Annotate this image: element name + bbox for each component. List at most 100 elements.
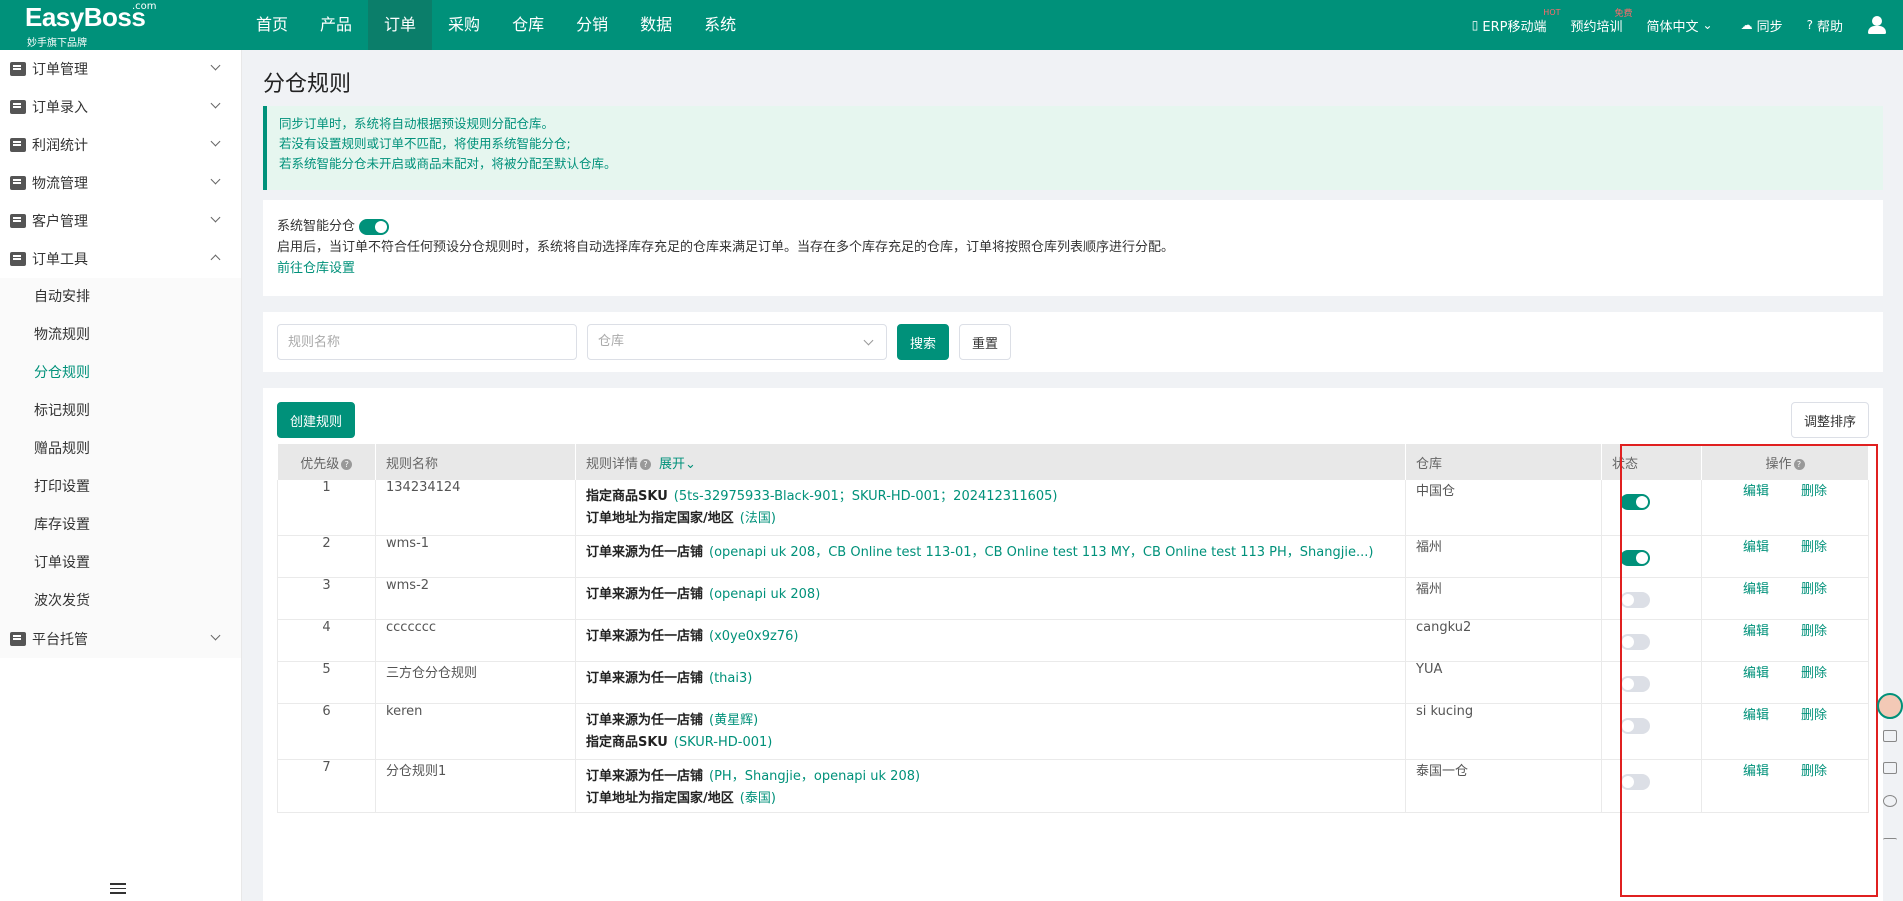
nav-item[interactable]: 分销 (560, 0, 624, 50)
status-toggle[interactable] (1620, 675, 1650, 692)
smart-allocation-toggle[interactable] (359, 218, 390, 235)
sidebar-item[interactable]: 打印设置 (0, 468, 241, 506)
language-select[interactable]: 简体中文 ⌄ (1647, 16, 1717, 35)
sidebar-group[interactable]: 订单管理 (0, 50, 241, 88)
table-row: 6 keren 订单来源为任一店铺 (黄星辉) 指定商品SKU (SKUR-HD-001)… (277, 703, 1869, 760)
sidebar-group[interactable]: 物流管理 (0, 164, 241, 202)
ops-cell: 编辑 删除 (1701, 480, 1869, 536)
status-toggle[interactable] (1620, 773, 1650, 790)
nav-item[interactable]: 数据 (624, 0, 688, 50)
delete-link[interactable]: 删除 (1801, 484, 1827, 499)
edit-link[interactable]: 编辑 (1743, 582, 1769, 597)
rule-detail-line: 订单来源为任一店铺 (openapi uk 208，CB Online test … (586, 542, 1395, 564)
sidebar-item[interactable]: 自动安排 (0, 278, 241, 316)
nav-item[interactable]: 采购 (432, 0, 496, 50)
help-doc-icon[interactable] (1883, 730, 1897, 742)
chevron-down-icon: ⌄ (1702, 18, 1713, 32)
sidebar-item[interactable]: 订单设置 (0, 544, 241, 582)
delete-link[interactable]: 删除 (1801, 540, 1827, 555)
status-toggle[interactable] (1620, 591, 1650, 608)
delete-link[interactable]: 删除 (1801, 666, 1827, 681)
back-to-top-icon[interactable] (1883, 838, 1897, 850)
menu-group-icon (10, 176, 26, 190)
delete-link[interactable]: 删除 (1801, 764, 1827, 779)
rule-condition-value: (泰国) (739, 790, 776, 806)
page-title: 分仓规则 (263, 72, 352, 97)
status-toggle[interactable] (1620, 717, 1650, 734)
rule-condition-value: (openapi uk 208) (709, 586, 821, 602)
user-icon[interactable] (1867, 15, 1887, 35)
question-icon[interactable]: ? (640, 458, 652, 470)
ops-cell: 编辑 删除 (1701, 619, 1869, 662)
chevron-down-icon (210, 630, 221, 641)
question-icon[interactable]: ? (341, 458, 353, 470)
edit-link[interactable]: 编辑 (1743, 484, 1769, 499)
sidebar-item[interactable]: 波次发货 (0, 582, 241, 620)
status-toggle[interactable] (1620, 494, 1650, 510)
message-icon[interactable] (1883, 762, 1897, 774)
table-row: 3 wms-2 订单来源为任一店铺 (openapi uk 208) 福州 编辑 删除 (277, 577, 1869, 620)
rule-detail-line: 订单来源为任一店铺 (黄星辉) (586, 710, 1395, 732)
delete-link[interactable]: 删除 (1801, 624, 1827, 639)
ops-cell: 编辑 删除 (1701, 759, 1869, 813)
delete-link[interactable]: 删除 (1801, 708, 1827, 723)
search-button[interactable]: 搜索 (897, 324, 950, 360)
nav-item[interactable]: 仓库 (496, 0, 560, 50)
table-row: 2 wms-1 订单来源为任一店铺 (openapi uk 208，CB Online… (277, 535, 1869, 578)
training-link[interactable]: 预约培训 免费 (1571, 9, 1633, 35)
notice-line: 若没有设置规则或订单不匹配，将使用系统智能分仓; (279, 136, 571, 151)
sidebar-group-label: 订单管理 (32, 62, 88, 78)
warehouse-cell: 泰国一仓 (1405, 759, 1602, 813)
support-avatar[interactable] (1877, 693, 1903, 719)
delete-link[interactable]: 删除 (1801, 582, 1827, 597)
create-rule-button[interactable]: 创建规则 (277, 402, 356, 438)
edit-link[interactable]: 编辑 (1743, 764, 1769, 779)
language-label: 简体中文 (1646, 19, 1699, 35)
nav-item[interactable]: 系统 (688, 0, 752, 50)
help-button[interactable]: ? 帮助 (1807, 16, 1843, 35)
warehouse-select[interactable]: 仓库 (587, 324, 887, 360)
sidebar-group[interactable]: 客户管理 (0, 202, 241, 240)
top-bar: EasyBoss .com 妙手旗下品牌 首页 产品 订单 采购 仓库 分销 数据 系统 ▯ … (0, 0, 1903, 50)
logo[interactable]: EasyBoss .com 妙手旗下品牌 (0, 0, 200, 50)
sidebar-item[interactable]: 库存设置 (0, 506, 241, 544)
warehouse-settings-link[interactable]: 前往仓库设置 (277, 261, 355, 276)
sync-button[interactable]: ☁ 同步 (1741, 16, 1783, 35)
reset-button[interactable]: 重置 (959, 324, 1012, 360)
sidebar-item[interactable]: 物流规则 (0, 316, 241, 354)
rule-condition-value: (openapi uk 208，CB Online test 113-01，CB… (709, 544, 1374, 560)
sidebar-item[interactable]: 赠品规则 (0, 430, 241, 468)
nav-item[interactable]: 首页 (240, 0, 304, 50)
erp-mobile-link[interactable]: ▯ ERP移动端 HOT (1472, 8, 1561, 35)
sidebar-item[interactable]: 标记规则 (0, 392, 241, 430)
edit-link[interactable]: 编辑 (1743, 540, 1769, 555)
rule-condition-value: (SKUR-HD-001) (673, 734, 773, 750)
edit-link[interactable]: 编辑 (1743, 708, 1769, 723)
edit-link[interactable]: 编辑 (1743, 666, 1769, 681)
col-name: 规则名称 (375, 444, 576, 480)
rule-condition: 订单来源为任一店铺 (586, 712, 704, 728)
sidebar-item[interactable]: 分仓规则 (0, 354, 241, 392)
expand-link[interactable]: 展开⌄ (659, 457, 696, 472)
adjust-sort-button[interactable]: 调整排序 (1790, 402, 1869, 438)
status-toggle[interactable] (1620, 549, 1650, 566)
collapse-menu-icon[interactable] (110, 883, 126, 895)
warehouse-cell: YUA (1405, 661, 1602, 704)
feedback-icon[interactable] (1883, 795, 1897, 807)
sidebar-group[interactable]: 订单录入 (0, 88, 241, 126)
rule-name-cell: 134234124 (375, 480, 576, 536)
status-toggle[interactable] (1620, 633, 1650, 650)
sidebar-group[interactable]: 平台托管 (0, 620, 241, 658)
priority-cell: 1 (277, 480, 376, 536)
sidebar: 订单管理订单录入 利润统计 物流管理 客户管理 订单工具 自动安排 物流规则 分仓规则 标记规则… (0, 50, 242, 901)
sidebar-group[interactable]: 订单工具 (0, 240, 241, 278)
nav-item[interactable]: 产品 (304, 0, 368, 50)
question-icon[interactable]: ? (1793, 458, 1805, 470)
sidebar-group[interactable]: 利润统计 (0, 126, 241, 164)
rule-name-input[interactable] (277, 324, 577, 360)
edit-link[interactable]: 编辑 (1743, 624, 1769, 639)
nav-item[interactable]: 订单 (368, 0, 433, 50)
rule-detail-line: 订单来源为任一店铺 (PH，Shangjie，openapi uk 208) (586, 766, 1395, 788)
col-status: 状态 (1601, 444, 1702, 480)
table-header: 优先级? 规则名称 规则详情? 展开⌄ 仓库 状态 操作? (277, 444, 1869, 480)
